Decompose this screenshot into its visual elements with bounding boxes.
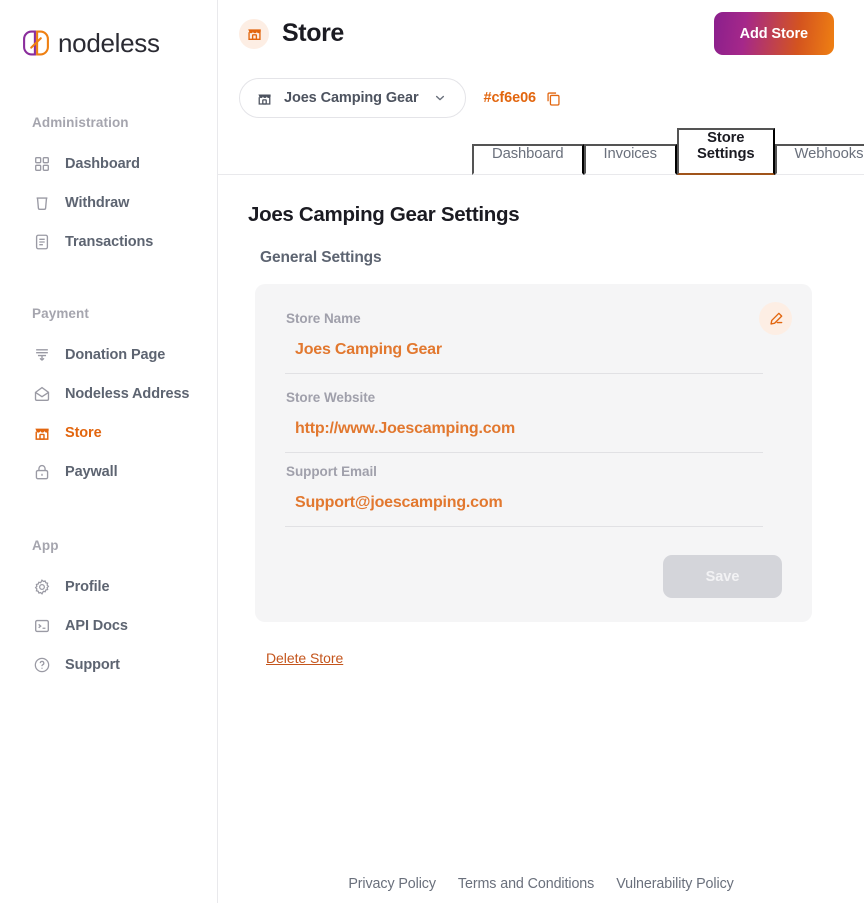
sidebar-item-api-docs[interactable]: API Docs <box>0 606 217 645</box>
sidebar-nav-app: Profile API Docs Support <box>0 567 217 684</box>
app-root: nodeless Administration Dashboard Withdr… <box>0 0 864 903</box>
page-title: Store <box>282 19 344 47</box>
sidebar-item-label: API Docs <box>65 617 128 634</box>
settings-heading: Joes Camping Gear Settings <box>248 203 520 226</box>
main-content: Store Add Store Joes Camping Gear #cf6e0… <box>218 0 864 903</box>
pencil-icon[interactable] <box>759 302 792 335</box>
support-email-input[interactable]: Support@joescamping.com <box>285 479 763 527</box>
general-settings-heading: General Settings <box>260 249 382 266</box>
terminal-icon <box>32 616 51 635</box>
store-selector-dropdown[interactable]: Joes Camping Gear <box>239 78 466 118</box>
sidebar-item-label: Nodeless Address <box>65 385 190 402</box>
sidebar-item-withdraw[interactable]: Withdraw <box>0 183 217 222</box>
sidebar-nav-payment: Donation Page Nodeless Address Store Pay… <box>0 335 217 491</box>
footer-link-terms-and-conditions[interactable]: Terms and Conditions <box>458 876 594 892</box>
sidebar-item-dashboard[interactable]: Dashboard <box>0 144 217 183</box>
page-header: Store Add Store <box>218 0 864 56</box>
lock-icon <box>32 462 51 481</box>
document-icon <box>32 232 51 251</box>
tab-webhooks[interactable]: Webhooks <box>774 144 864 175</box>
store-icon <box>239 18 269 49</box>
sidebar-item-label: Paywall <box>65 463 118 480</box>
save-button[interactable]: Save <box>663 555 782 598</box>
grid-icon <box>32 154 51 173</box>
copy-icon[interactable] <box>545 90 562 107</box>
brand-name: nodeless <box>58 28 160 58</box>
store-id-value: #cf6e06 <box>483 90 537 106</box>
donation-icon <box>32 345 51 364</box>
sidebar-item-paywall[interactable]: Paywall <box>0 452 217 491</box>
sidebar-section-app: App <box>32 538 59 553</box>
page-title-group: Store <box>239 18 344 49</box>
envelope-icon <box>32 384 51 403</box>
sidebar-item-donation-page[interactable]: Donation Page <box>0 335 217 374</box>
field-support-email: Support Email Support@joescamping.com <box>285 464 782 527</box>
sidebar-item-profile[interactable]: Profile <box>0 567 217 606</box>
field-store-website: Store Website http://www.Joescamping.com <box>285 390 782 453</box>
store-icon <box>256 90 273 107</box>
sidebar-item-support[interactable]: Support <box>0 645 217 684</box>
sidebar-item-label: Support <box>65 656 120 673</box>
store-name-input[interactable]: Joes Camping Gear <box>285 326 763 374</box>
sidebar-nav-administration: Dashboard Withdraw Transactions <box>0 144 217 261</box>
footer: Privacy Policy Terms and Conditions Vuln… <box>218 876 864 903</box>
sidebar-item-label: Withdraw <box>65 194 130 211</box>
field-label: Support Email <box>286 464 377 479</box>
store-icon <box>32 423 51 442</box>
gear-icon <box>32 577 51 596</box>
withdraw-icon <box>32 193 51 212</box>
add-store-button[interactable]: Add Store <box>713 12 834 55</box>
sidebar-item-store[interactable]: Store <box>0 413 217 452</box>
footer-link-vulnerability-policy[interactable]: Vulnerability Policy <box>616 876 734 892</box>
tab-dashboard[interactable]: Dashboard <box>472 144 584 175</box>
sidebar-item-label: Donation Page <box>65 346 166 363</box>
general-settings-card: Store Name Joes Camping Gear Store Websi… <box>255 284 812 622</box>
store-selector-row: Joes Camping Gear #cf6e06 <box>218 56 864 118</box>
tab-invoices[interactable]: Invoices <box>583 144 677 175</box>
help-icon <box>32 655 51 674</box>
sidebar-item-nodeless-address[interactable]: Nodeless Address <box>0 374 217 413</box>
tab-bar: Dashboard Invoices Store Settings Webhoo… <box>218 128 864 175</box>
sidebar-item-label: Store <box>65 424 102 441</box>
field-store-name: Store Name Joes Camping Gear <box>285 311 782 374</box>
brand-logo[interactable]: nodeless <box>0 18 217 62</box>
sidebar-section-payment: Payment <box>32 306 89 321</box>
sidebar-section-administration: Administration <box>32 115 129 130</box>
sidebar-item-label: Dashboard <box>65 155 140 172</box>
chevron-down-icon <box>433 91 447 105</box>
card-actions: Save <box>285 555 782 598</box>
footer-link-privacy-policy[interactable]: Privacy Policy <box>348 876 436 892</box>
store-id-group: #cf6e06 <box>484 90 563 107</box>
sidebar-item-label: Transactions <box>65 233 154 250</box>
tab-store-settings[interactable]: Store Settings <box>676 128 775 175</box>
sidebar: nodeless Administration Dashboard Withdr… <box>0 0 218 903</box>
store-selector-label: Joes Camping Gear <box>284 90 419 106</box>
delete-store-link[interactable]: Delete Store <box>266 650 343 666</box>
field-label: Store Name <box>286 311 361 326</box>
settings-content: Joes Camping Gear Settings General Setti… <box>218 175 864 668</box>
store-website-input[interactable]: http://www.Joescamping.com <box>285 405 763 453</box>
sidebar-item-label: Profile <box>65 578 110 595</box>
sidebar-item-transactions[interactable]: Transactions <box>0 222 217 261</box>
nodeless-logo-icon <box>22 29 50 57</box>
field-label: Store Website <box>286 390 376 405</box>
